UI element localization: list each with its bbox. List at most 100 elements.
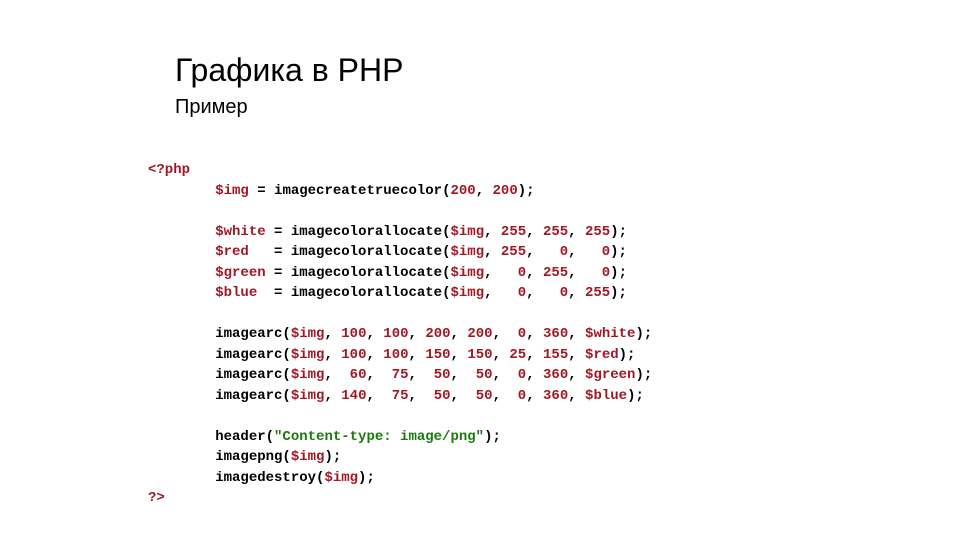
- var-img: $img: [451, 224, 485, 240]
- num: 200: [493, 183, 518, 199]
- code-text: ,: [409, 367, 434, 383]
- string-literal: "Content-type: image/png": [274, 429, 484, 445]
- var-img: $img: [450, 285, 484, 301]
- code-text: ,: [568, 326, 585, 342]
- code-text: imagecreatetruecolor(: [274, 183, 450, 199]
- code-text: ,: [568, 244, 602, 260]
- code-text: imagedestroy(: [215, 470, 324, 486]
- code-text: ,: [493, 388, 518, 404]
- num: 255: [501, 244, 526, 260]
- var-img: $img: [291, 367, 325, 383]
- code-text: ,: [493, 347, 510, 363]
- num: 100: [341, 326, 366, 342]
- code-text: ,: [476, 183, 493, 199]
- num: 100: [383, 347, 408, 363]
- code-text: imagecolorallocate(: [291, 265, 451, 281]
- code-text: ,: [484, 285, 518, 301]
- var-red: $red: [215, 244, 249, 260]
- code-text: =: [249, 244, 291, 260]
- code-text: );: [619, 347, 636, 363]
- var-img: $img: [291, 347, 325, 363]
- slide: Графика в PHP Пример <?php $img = imagec…: [0, 0, 960, 540]
- var-img: $img: [291, 449, 325, 465]
- code-text: ,: [568, 367, 585, 383]
- code-text: );: [484, 429, 501, 445]
- var-img: $img: [450, 244, 484, 260]
- code-text: imagearc(: [215, 367, 291, 383]
- num: 200: [467, 326, 492, 342]
- code-text: ,: [366, 347, 383, 363]
- num: 150: [467, 347, 492, 363]
- code-text: ,: [366, 367, 391, 383]
- num: 255: [543, 224, 568, 240]
- num: 0: [518, 388, 526, 404]
- code-text: );: [635, 367, 652, 383]
- code-text: ,: [324, 388, 341, 404]
- num: 360: [543, 388, 568, 404]
- code-text: ,: [526, 326, 543, 342]
- code-text: header(: [215, 429, 274, 445]
- var-img: $img: [451, 265, 485, 281]
- code-text: );: [610, 224, 627, 240]
- code-text: ,: [409, 388, 434, 404]
- code-text: =: [266, 224, 291, 240]
- code-text: ,: [484, 224, 501, 240]
- code-text: =: [257, 285, 291, 301]
- num: 255: [585, 224, 610, 240]
- code-text: ,: [409, 347, 426, 363]
- num: 360: [543, 367, 568, 383]
- code-text: ,: [526, 244, 560, 260]
- var-green: $green: [585, 367, 635, 383]
- code-text: );: [610, 265, 627, 281]
- var-white: $white: [215, 224, 265, 240]
- num: 155: [543, 347, 568, 363]
- num: 75: [392, 367, 409, 383]
- code-text: ,: [324, 347, 341, 363]
- num: 50: [434, 388, 451, 404]
- code-text: ,: [409, 326, 426, 342]
- code-text: );: [518, 183, 535, 199]
- code-block: <?php $img = imagecreatetruecolor( 200, 2…: [148, 160, 652, 509]
- php-open-tag: <?php: [148, 162, 190, 178]
- num: 360: [543, 326, 568, 342]
- num: 50: [476, 388, 493, 404]
- num: 200: [425, 326, 450, 342]
- code-text: ,: [366, 388, 391, 404]
- code-text: ,: [324, 326, 341, 342]
- code-text: ,: [568, 224, 585, 240]
- num: 255: [543, 265, 568, 281]
- code-text: ,: [324, 367, 349, 383]
- num: 0: [518, 285, 526, 301]
- code-text: ,: [451, 367, 476, 383]
- var-img: $img: [291, 388, 325, 404]
- num: 25: [509, 347, 526, 363]
- code-text: =: [249, 183, 274, 199]
- code-text: ,: [493, 326, 518, 342]
- code-text: imagearc(: [215, 347, 291, 363]
- num: 0: [518, 265, 526, 281]
- code-text: imagearc(: [215, 388, 291, 404]
- code-text: );: [627, 388, 644, 404]
- num: 100: [383, 326, 408, 342]
- code-text: ,: [366, 326, 383, 342]
- code-text: ,: [568, 347, 585, 363]
- code-text: ,: [526, 388, 543, 404]
- php-close-tag: ?>: [148, 490, 165, 506]
- code-text: imagepng(: [215, 449, 291, 465]
- code-text: =: [266, 265, 291, 281]
- num: 140: [341, 388, 366, 404]
- num: 50: [434, 367, 451, 383]
- num: 100: [341, 347, 366, 363]
- var-blue: $blue: [585, 388, 627, 404]
- page-subtitle: Пример: [175, 96, 248, 119]
- num: 75: [392, 388, 409, 404]
- code-text: ,: [526, 347, 543, 363]
- code-text: );: [635, 326, 652, 342]
- num: 150: [425, 347, 450, 363]
- var-img: $img: [324, 470, 358, 486]
- page-title: Графика в PHP: [175, 52, 403, 89]
- code-text: ,: [568, 265, 602, 281]
- code-text: ,: [451, 388, 476, 404]
- code-text: imagecolorallocate(: [291, 285, 451, 301]
- code-text: );: [610, 285, 627, 301]
